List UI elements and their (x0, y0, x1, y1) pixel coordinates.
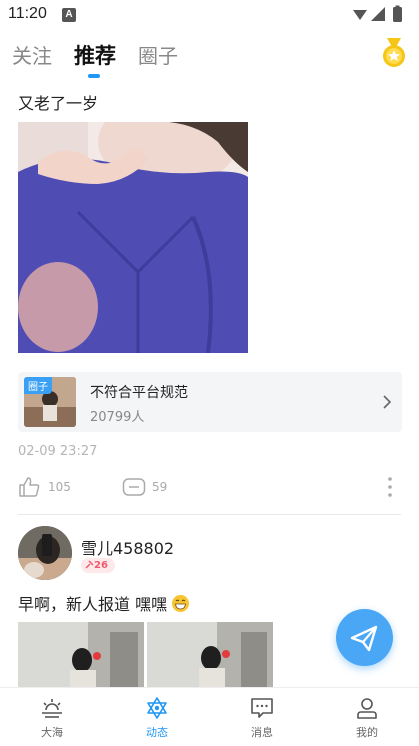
like-count: 105 (48, 480, 71, 494)
post-text[interactable]: 又老了一岁 (18, 90, 98, 114)
nav-label: 消息 (251, 726, 273, 739)
status-bar: 11:20 A (0, 0, 419, 30)
signal-battery-icons (353, 5, 402, 22)
circle-thumbnail: 圈子 (24, 377, 76, 427)
sunrise-icon (42, 699, 62, 718)
medal-icon[interactable] (381, 38, 407, 68)
comment-count: 59 (152, 480, 168, 494)
tab-recommend[interactable]: 推荐 (74, 40, 116, 70)
more-vertical-icon[interactable] (386, 476, 394, 498)
post-photo-icon (147, 622, 273, 692)
post-image[interactable] (18, 122, 248, 353)
post-image[interactable] (18, 622, 144, 692)
post-text-content: 早啊，新人报道 嘿嘿 (18, 595, 168, 614)
chevron-right-icon (383, 395, 392, 409)
nav-label: 大海 (41, 726, 63, 739)
comment-icon[interactable] (122, 477, 146, 497)
nav-item-sea[interactable]: 大海 (12, 688, 92, 746)
message-icon (251, 698, 273, 718)
username[interactable]: 雪儿458802 (81, 535, 174, 559)
circle-badge: 圈子 (24, 377, 52, 394)
post-timestamp: 02-09 23:27 (18, 444, 98, 459)
avatar[interactable] (18, 526, 72, 580)
post-photo-icon (18, 122, 248, 353)
post-button[interactable] (336, 609, 393, 666)
nav-item-messages[interactable]: 消息 (222, 688, 302, 746)
notification-icon: A (62, 8, 76, 22)
paper-plane-icon (350, 625, 378, 652)
tab-follow[interactable]: 关注 (12, 40, 52, 69)
avatar-photo-icon (18, 526, 72, 580)
thumbs-up-icon[interactable] (18, 476, 40, 498)
circle-name: 不符合平台规范 (90, 385, 188, 401)
level-icon (85, 560, 94, 569)
top-tab-bar: 关注 推荐 圈子 (0, 36, 419, 82)
active-tab-indicator (88, 74, 100, 78)
grinning-emoji-icon (172, 595, 190, 612)
post-text[interactable]: 早啊，新人报道 嘿嘿 (18, 591, 190, 615)
circle-member-count: 20799人 (90, 410, 145, 425)
post-image[interactable] (147, 622, 273, 692)
tab-circles[interactable]: 圈子 (138, 40, 178, 69)
nav-label: 我的 (356, 726, 378, 739)
nav-item-me[interactable]: 我的 (327, 688, 407, 746)
level-value: 26 (94, 560, 108, 571)
person-icon (357, 698, 377, 719)
nav-label: 动态 (146, 726, 168, 739)
post-divider (18, 514, 401, 515)
circle-card[interactable]: 圈子 不符合平台规范 20799人 (18, 372, 402, 432)
level-badge: 26 (81, 558, 115, 573)
bottom-nav: 大海 动态 消息 我的 (0, 687, 419, 746)
nav-item-feed[interactable]: 动态 (117, 688, 197, 746)
status-time: 11:20 (8, 5, 47, 22)
star-of-david-icon (147, 697, 167, 719)
post-photo-icon (18, 622, 144, 692)
